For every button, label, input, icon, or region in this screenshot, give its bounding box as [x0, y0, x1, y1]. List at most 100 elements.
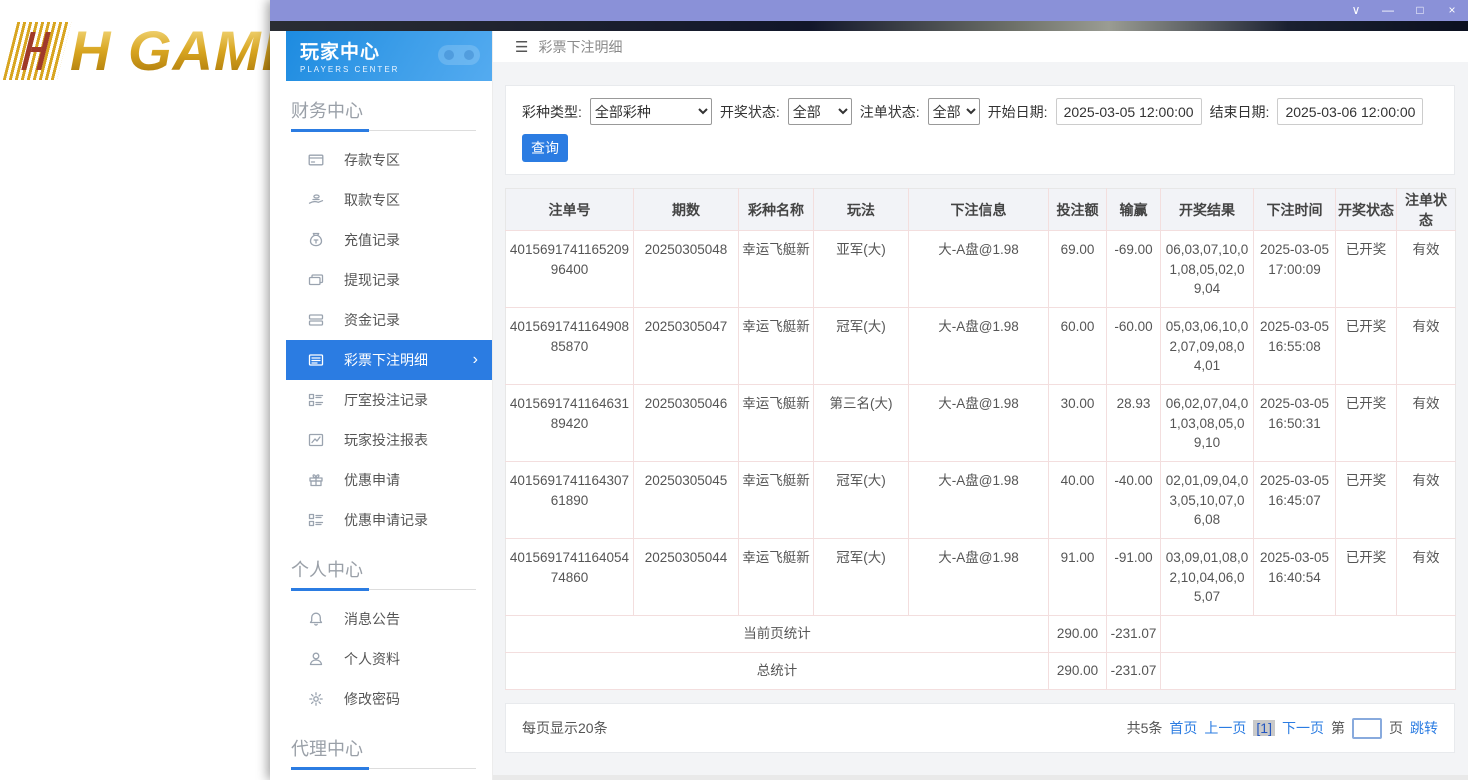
table-cell: 已开奖 — [1336, 308, 1397, 385]
first-page-link[interactable]: 首页 — [1169, 718, 1197, 738]
sidebar-item-label: 取款专区 — [344, 190, 400, 210]
sidebar-item-change-password[interactable]: 修改密码 — [270, 679, 492, 719]
start-date-input[interactable] — [1056, 98, 1202, 125]
sidebar-item-label: 充值记录 — [344, 230, 400, 250]
bottom-strip — [493, 775, 1468, 780]
current-page-indicator[interactable]: [1] — [1253, 720, 1275, 736]
sidebar: 玩家中心 PLAYERS CENTER 财务中心 存款专区 取款专区 充值记录 — [270, 31, 493, 780]
table-cell: 30.00 — [1049, 385, 1107, 462]
table-cell: 20250305045 — [634, 462, 739, 539]
jump-button[interactable]: 跳转 — [1410, 718, 1438, 738]
jump-suffix-label: 页 — [1389, 718, 1403, 738]
table-cell: 20250305047 — [634, 308, 739, 385]
next-page-link[interactable]: 下一页 — [1282, 718, 1324, 738]
table-cell: 幸运飞艇新 — [739, 231, 814, 308]
draw-status-select[interactable]: 全部 — [788, 98, 852, 125]
query-button[interactable]: 查询 — [522, 134, 568, 162]
gear-icon — [308, 691, 324, 707]
col-bet-id: 注单号 — [506, 189, 634, 231]
hamburger-icon[interactable]: ☰ — [515, 38, 528, 56]
sidebar-item-promo-record[interactable]: 优惠申请记录 — [270, 500, 492, 540]
page-jump-input[interactable] — [1352, 718, 1382, 739]
sidebar-item-label: 彩票下注明细 — [344, 350, 428, 370]
sidebar-item-withdrawal-record[interactable]: 提现记录 — [270, 260, 492, 300]
section-title-agent: 代理中心 — [291, 735, 492, 761]
table-cell: 大-A盘@1.98 — [909, 539, 1049, 616]
brand-logo: H GAME — [10, 22, 300, 80]
sidebar-item-profile[interactable]: 个人资料 — [270, 639, 492, 679]
table-cell: 已开奖 — [1336, 385, 1397, 462]
table-cell: 冠军(大) — [814, 308, 909, 385]
lottery-bet-detail-icon — [308, 352, 324, 368]
table-cell: 已开奖 — [1336, 231, 1397, 308]
table-cell: 亚军(大) — [814, 231, 909, 308]
table-cell: 已开奖 — [1336, 462, 1397, 539]
col-lottery-name: 彩种名称 — [739, 189, 814, 231]
pagination-bar: 每页显示20条 共5条 首页 上一页 [1] 下一页 第 页 跳转 — [505, 703, 1455, 753]
table-row: 401569174116430761890 20250305045 幸运飞艇新 … — [506, 462, 1456, 539]
sidebar-item-deposit-zone[interactable]: 存款专区 — [270, 140, 492, 180]
end-date-input[interactable] — [1277, 98, 1423, 125]
promo-record-icon — [308, 512, 324, 528]
table-cell: 06,03,07,10,01,08,05,02,09,04 — [1161, 231, 1254, 308]
sidebar-item-funds-record[interactable]: 资金记录 — [270, 300, 492, 340]
table-cell: -60.00 — [1107, 308, 1161, 385]
table-cell: 幸运飞艇新 — [739, 462, 814, 539]
grand-summary-row: 总统计 290.00 -231.07 — [506, 653, 1456, 690]
col-order-status: 注单状态 — [1397, 189, 1456, 231]
sidebar-item-withdraw-zone[interactable]: 取款专区 — [270, 180, 492, 220]
window-maximize-icon[interactable]: □ — [1404, 0, 1436, 21]
deposit-card-icon — [308, 152, 324, 168]
table-cell: 有效 — [1397, 462, 1456, 539]
sidebar-item-hall-bet-record[interactable]: 厅室投注记录 — [270, 380, 492, 420]
section-divider — [291, 767, 476, 770]
sidebar-item-promo-apply[interactable]: 优惠申请 — [270, 460, 492, 500]
table-cell: -69.00 — [1107, 231, 1161, 308]
sidebar-item-label: 修改密码 — [344, 689, 400, 709]
sidebar-item-label: 玩家投注报表 — [344, 430, 428, 450]
summary-win-total: -231.07 — [1107, 616, 1161, 653]
sidebar-item-lottery-bet-detail[interactable]: 彩票下注明细 › — [286, 340, 492, 380]
window-dropdown-icon[interactable]: ∨ — [1340, 0, 1372, 21]
player-report-icon — [308, 432, 324, 448]
table-cell: 2025-03-05 16:55:08 — [1254, 308, 1336, 385]
window-close-icon[interactable]: × — [1436, 0, 1468, 21]
summary-win-total: -231.07 — [1107, 653, 1161, 690]
order-status-label: 注单状态: — [860, 102, 920, 122]
table-cell: 大-A盘@1.98 — [909, 385, 1049, 462]
bell-icon — [308, 611, 324, 627]
table-header-row: 注单号 期数 彩种名称 玩法 下注信息 投注额 输赢 开奖结果 下注时间 开奖状… — [506, 189, 1456, 231]
table-cell: 大-A盘@1.98 — [909, 308, 1049, 385]
filter-panel: 彩种类型: 全部彩种 开奖状态: 全部 注单状态: 全部 开始日期: 结束日期:… — [505, 85, 1455, 175]
table-cell: 02,01,09,04,03,05,10,07,06,08 — [1161, 462, 1254, 539]
content-topbar: ☰ 彩票下注明细 — [493, 31, 1468, 62]
table-cell: 401569174116490885870 — [506, 308, 634, 385]
table-cell: 69.00 — [1049, 231, 1107, 308]
lottery-type-select[interactable]: 全部彩种 — [590, 98, 712, 125]
table-cell: 60.00 — [1049, 308, 1107, 385]
sidebar-item-announcements[interactable]: 消息公告 — [270, 599, 492, 639]
prev-page-link[interactable]: 上一页 — [1204, 718, 1246, 738]
table-cell: 91.00 — [1049, 539, 1107, 616]
table-cell: 20250305044 — [634, 539, 739, 616]
col-period: 期数 — [634, 189, 739, 231]
main-area: ☰ 彩票下注明细 彩种类型: 全部彩种 开奖状态: 全部 注单状态: 全部 开始… — [493, 31, 1468, 780]
table-cell: 已开奖 — [1336, 539, 1397, 616]
order-status-select[interactable]: 全部 — [928, 98, 980, 125]
sidebar-item-recharge-record[interactable]: 充值记录 — [270, 220, 492, 260]
lottery-type-label: 彩种类型: — [522, 102, 582, 122]
table-row: 401569174116520996400 20250305048 幸运飞艇新 … — [506, 231, 1456, 308]
section-divider — [291, 588, 476, 591]
table-cell: 03,09,01,08,02,10,04,06,05,07 — [1161, 539, 1254, 616]
table-cell: 401569174116463189420 — [506, 385, 634, 462]
col-draw-result: 开奖结果 — [1161, 189, 1254, 231]
gamepad-icon — [436, 39, 482, 74]
logo-stripes-decoration — [3, 22, 71, 80]
table-cell: 幸运飞艇新 — [739, 385, 814, 462]
sidebar-item-player-report[interactable]: 玩家投注报表 — [270, 420, 492, 460]
logo-text: H GAME — [70, 22, 300, 80]
sidebar-item-label: 厅室投注记录 — [344, 390, 428, 410]
sidebar-item-label: 存款专区 — [344, 150, 400, 170]
table-cell: 401569174116405474860 — [506, 539, 634, 616]
window-minimize-icon[interactable]: — — [1372, 0, 1404, 21]
